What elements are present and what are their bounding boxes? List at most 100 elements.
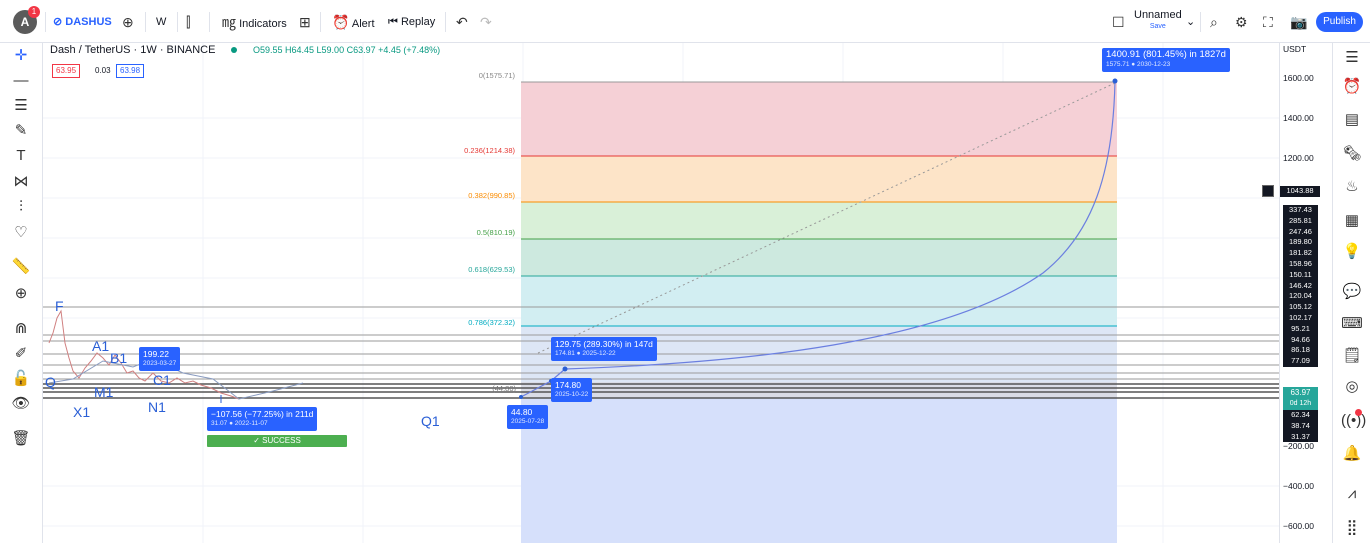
divider (45, 12, 46, 32)
axis-price-level: 38.74 (1291, 420, 1310, 430)
replay-icon: ⏮ (388, 16, 398, 28)
divider (1200, 12, 1201, 32)
data-window-icon[interactable]: ▤ (1341, 109, 1363, 131)
eye-icon[interactable]: 👁 (10, 393, 32, 415)
wave-label-N1: N1 (148, 399, 166, 415)
layout-name-button[interactable]: Unnamed Save (1134, 10, 1182, 31)
divider (320, 12, 321, 32)
forecast-icon[interactable]: ⫶ (10, 196, 32, 218)
chevron-down-icon[interactable]: ⌄ (1186, 12, 1195, 32)
wave-label-Q1: Q1 (421, 413, 440, 429)
spread-value: 0.03 (91, 64, 115, 78)
gear-icon[interactable]: ⚙ (1235, 12, 1248, 32)
measure-tag-low[interactable]: 44.80 2025-07-28 (507, 405, 549, 429)
hotlist-icon[interactable]: ♨ (1341, 176, 1363, 198)
candles-icon[interactable]: ⫿ (186, 12, 190, 32)
current-price-label: 1043.88 (1280, 186, 1320, 197)
wave-label-F: F (55, 298, 64, 314)
trash-icon[interactable]: 🗑 (10, 428, 32, 450)
lock-pencil-icon[interactable]: ✐ (10, 343, 32, 365)
layout-checkbox-icon[interactable]: ☐ (1112, 12, 1125, 32)
dom-icon[interactable]: ⣿ (1341, 517, 1363, 539)
ask-price[interactable]: 63.98 (116, 64, 145, 78)
fib-levels-icon[interactable]: ☰ (10, 95, 32, 117)
redo-icon[interactable]: ↷ (480, 12, 492, 32)
interval-button[interactable]: W (156, 12, 166, 32)
axis-price-level: 158.96 (1289, 258, 1312, 268)
alert-button[interactable]: ⏰ Alert (332, 12, 375, 32)
chat-icon[interactable]: 💬 (1341, 281, 1363, 303)
crosshair-icon[interactable]: ✛ (10, 45, 32, 67)
watchlist-icon[interactable]: ☰ (1341, 47, 1363, 69)
help-icon[interactable]: ◎ (1341, 376, 1363, 398)
measure-tag-start[interactable]: 199.22 2023-03-27 (139, 347, 181, 371)
search-icon: ⊘ (53, 16, 63, 28)
fib-label-618: 0.618(629.53) (468, 265, 515, 274)
layout-save-status: Save (1149, 23, 1166, 30)
axis-price-level: 337.43 (1289, 205, 1312, 214)
axis-label: −600.00 (1283, 521, 1314, 531)
fib-label-236: 0.236(1214.38) (464, 146, 515, 155)
top-toolbar: A 1 ⊘ DASHUS ⊕ W ⫿ ㎎ Indicators ⊞ ⏰ Aler… (0, 0, 1370, 43)
calendar-icon[interactable]: ▦ (1341, 210, 1363, 232)
tag-main: 44.80 (511, 407, 533, 417)
replay-button[interactable]: ⏮ Replay (388, 12, 435, 32)
fib-zone-1 (521, 156, 1117, 202)
low-price-label: (44.80) (492, 384, 516, 393)
tag-main: −107.56 (−77.25%) in 211d (211, 409, 314, 419)
measure-tag-target[interactable]: 1400.91 (801.45%) in 1827d 1575.71 ● 2030… (1102, 48, 1230, 72)
ideas-bulb-icon[interactable]: 💡 (1341, 241, 1363, 263)
magnet-icon[interactable]: ⋒ (10, 318, 32, 340)
wave-label-X1: X1 (73, 404, 91, 420)
indicators-label: Indicators (239, 18, 287, 30)
brush-icon[interactable]: ✎ (10, 120, 32, 142)
wave-label-C1: C1 (153, 372, 171, 388)
tag-sub: 2023-03-27 (143, 360, 177, 367)
replay-label: Replay (400, 16, 436, 28)
notes-icon[interactable]: 🗒 (1341, 345, 1363, 367)
streams-icon[interactable]: ⌨ (1341, 313, 1363, 335)
axis-price-level: 189.80 (1289, 237, 1312, 247)
fullscreen-icon[interactable]: ⛶ (1263, 12, 1273, 32)
currency-selector[interactable]: USDT (1283, 44, 1306, 54)
zoom-in-icon[interactable]: ⊕ (10, 283, 32, 305)
text-icon[interactable]: T (10, 145, 32, 167)
trading-panel-icon[interactable]: ⩘ (1341, 483, 1363, 505)
measure-tag-mid[interactable]: 129.75 (289.30%) in 147d 174.81 ● 2025-12… (551, 337, 657, 361)
chart-area[interactable] (43, 43, 1279, 543)
fib-zone-0 (521, 82, 1117, 156)
symbol-label: DASHUS (65, 16, 112, 28)
axis-price-level: 94.66 (1291, 334, 1310, 344)
tag-main: 199.22 (143, 349, 169, 359)
search-icon[interactable]: ⌕ (1210, 12, 1218, 32)
last-price: 63.97 (1290, 388, 1311, 397)
axis-price-level: 62.34 (1291, 410, 1310, 419)
news-icon[interactable]: 🗞 (1341, 143, 1363, 165)
trend-line-icon[interactable]: — (10, 70, 32, 92)
wave-label-M1: M1 (94, 384, 114, 400)
price-level-stack-lower: 62.34 38.74 31.37 (1283, 410, 1318, 443)
pattern-icon[interactable]: ⋈ (10, 171, 32, 193)
symbol-search-button[interactable]: ⊘ DASHUS (53, 12, 112, 32)
tag-main: 1400.91 (801.45%) in 1827d (1106, 49, 1226, 60)
undo-icon[interactable]: ↶ (456, 12, 468, 32)
broadcast-badge (1355, 409, 1362, 416)
templates-grid-icon[interactable]: ⊞ (299, 12, 311, 32)
indicators-button[interactable]: ㎎ Indicators (222, 12, 287, 32)
camera-icon[interactable]: 📷 (1290, 12, 1307, 32)
axis-price-level: 181.82 (1289, 248, 1312, 258)
measure-tag-drop[interactable]: −107.56 (−77.25%) in 211d 31.07 ● 2022-11… (207, 407, 318, 431)
notification-badge: 1 (28, 6, 40, 18)
lock-icon[interactable]: 🔓 (10, 368, 32, 390)
heart-icon[interactable]: ♡ (10, 222, 32, 244)
measure-tag-174[interactable]: 174.80 2025-10-22 (551, 378, 593, 402)
ruler-icon[interactable]: 📏 (10, 256, 32, 278)
bid-price[interactable]: 63.95 (52, 64, 81, 78)
alarm-clock-icon[interactable]: ⏰ (1341, 76, 1363, 98)
market-status-dot (231, 47, 237, 53)
publish-button[interactable]: Publish (1316, 12, 1363, 32)
fib-label-786: 0.786(372.32) (468, 318, 515, 327)
price-label-settings-icon[interactable] (1262, 185, 1274, 197)
bell-icon[interactable]: 🔔 (1341, 443, 1363, 465)
compare-add-icon[interactable]: ⊕ (122, 12, 134, 32)
